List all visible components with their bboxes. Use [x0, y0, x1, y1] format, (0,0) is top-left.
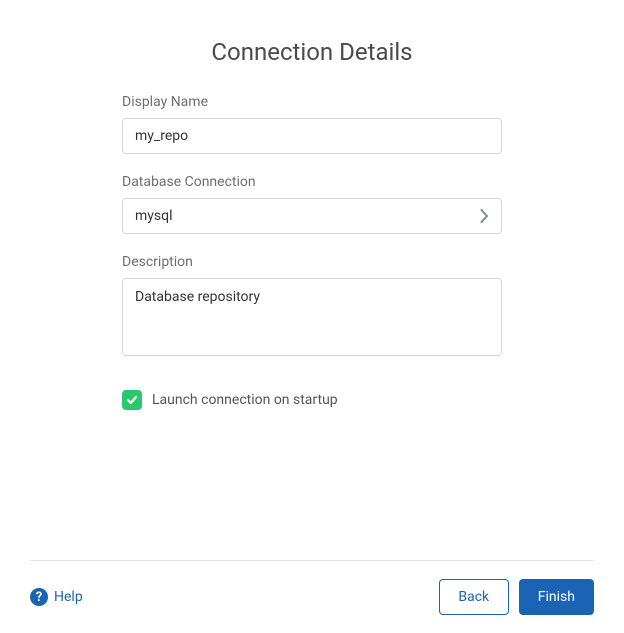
page-title: Connection Details — [30, 38, 594, 66]
display-name-input[interactable] — [122, 118, 502, 154]
help-icon: ? — [30, 588, 48, 606]
description-input[interactable] — [122, 278, 502, 356]
back-button[interactable]: Back — [439, 579, 509, 615]
launch-on-startup-row: Launch connection on startup — [122, 390, 502, 410]
display-name-group: Display Name — [122, 94, 502, 154]
database-connection-select[interactable]: mysql — [122, 198, 502, 234]
display-name-label: Display Name — [122, 94, 502, 110]
help-link[interactable]: ? Help — [30, 588, 83, 606]
connection-details-dialog: Connection Details Display Name Database… — [0, 38, 624, 633]
footer-buttons: Back Finish — [439, 579, 594, 615]
description-label: Description — [122, 254, 502, 270]
database-connection-group: Database Connection mysql — [122, 174, 502, 234]
form-area: Display Name Database Connection mysql D… — [122, 94, 502, 410]
footer-row: ? Help Back Finish — [30, 579, 594, 615]
database-connection-label: Database Connection — [122, 174, 502, 190]
finish-button[interactable]: Finish — [519, 579, 594, 615]
footer-divider — [30, 560, 594, 561]
description-group: Description — [122, 254, 502, 360]
footer: ? Help Back Finish — [30, 560, 594, 615]
launch-on-startup-checkbox[interactable] — [122, 390, 142, 410]
database-connection-value: mysql — [135, 208, 173, 224]
chevron-right-icon — [480, 209, 489, 223]
help-label: Help — [54, 589, 83, 605]
launch-on-startup-label: Launch connection on startup — [152, 392, 338, 408]
